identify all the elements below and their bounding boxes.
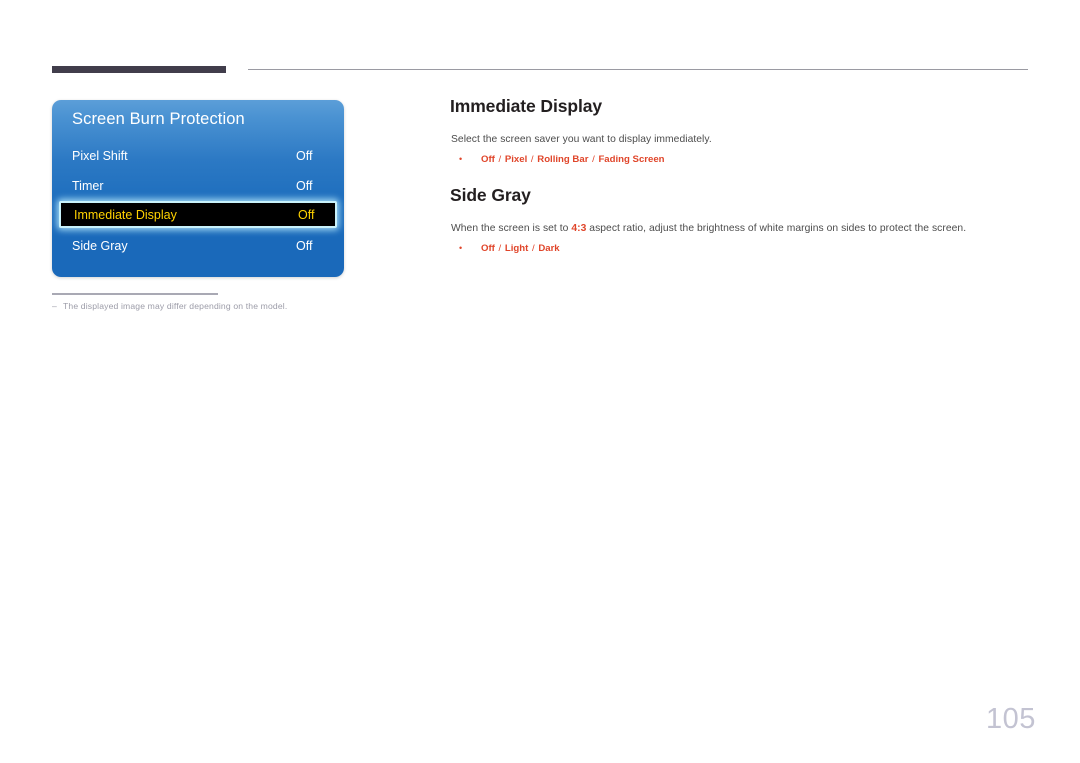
osd-item-label: Pixel Shift (72, 149, 128, 163)
section-description-side-gray: When the screen is set to 4:3 aspect rat… (451, 223, 966, 234)
osd-menu-panel: Screen Burn Protection Pixel Shift Off T… (52, 100, 344, 277)
osd-menu-item-pixel-shift[interactable]: Pixel Shift Off (52, 141, 344, 171)
option-separator: / (529, 243, 538, 254)
osd-item-label: Side Gray (72, 239, 128, 253)
bullet-icon: • (459, 154, 463, 164)
osd-item-value: Off (296, 149, 313, 163)
osd-menu-item-timer[interactable]: Timer Off (52, 171, 344, 201)
option-item: Off (481, 154, 495, 165)
osd-item-value: Off (296, 179, 313, 193)
option-separator: / (528, 154, 537, 165)
option-list-side-gray: • Off / Light / Dark (459, 243, 560, 254)
section-heading-side-gray: Side Gray (450, 185, 531, 205)
section-heading-immediate-display: Immediate Display (450, 96, 602, 116)
option-item: Light (504, 243, 529, 254)
description-text: Select the screen saver you want to disp… (451, 134, 712, 145)
header-divider-rule (248, 69, 1028, 70)
bullet-icon: • (459, 243, 463, 253)
footnote-dash: – (52, 301, 57, 311)
osd-item-value: Off (298, 207, 315, 222)
option-separator: / (495, 154, 504, 165)
option-item: Off (481, 243, 495, 254)
option-list-immediate-display: • Off / Pixel / Rolling Bar / Fading Scr… (459, 154, 665, 165)
option-separator: / (589, 154, 598, 165)
header-accent-bar (52, 66, 226, 73)
footnote-note: – The displayed image may differ dependin… (52, 300, 382, 313)
description-highlight: 4:3 (571, 223, 587, 234)
page-number: 105 (986, 703, 1036, 735)
section-description-immediate-display: Select the screen saver you want to disp… (451, 134, 712, 145)
option-item: Rolling Bar (537, 154, 589, 165)
osd-panel-title: Screen Burn Protection (72, 110, 245, 128)
option-values: Off / Pixel / Rolling Bar / Fading Scree… (481, 154, 665, 165)
description-text-prefix: When the screen is set to (451, 223, 572, 234)
option-item: Fading Screen (598, 154, 665, 165)
option-item: Pixel (504, 154, 528, 165)
option-item: Dark (538, 243, 560, 254)
osd-item-label: Timer (72, 179, 104, 193)
option-values: Off / Light / Dark (481, 243, 560, 254)
osd-item-value: Off (296, 239, 313, 253)
osd-menu-item-immediate-display[interactable]: Immediate Display Off (59, 201, 337, 228)
osd-menu-item-side-gray[interactable]: Side Gray Off (52, 231, 344, 261)
osd-item-label: Immediate Display (74, 207, 177, 222)
option-separator: / (495, 243, 504, 254)
footnote-text: The displayed image may differ depending… (63, 301, 288, 311)
footnote-divider (52, 293, 218, 295)
description-text-suffix: aspect ratio, adjust the brightness of w… (586, 223, 967, 234)
